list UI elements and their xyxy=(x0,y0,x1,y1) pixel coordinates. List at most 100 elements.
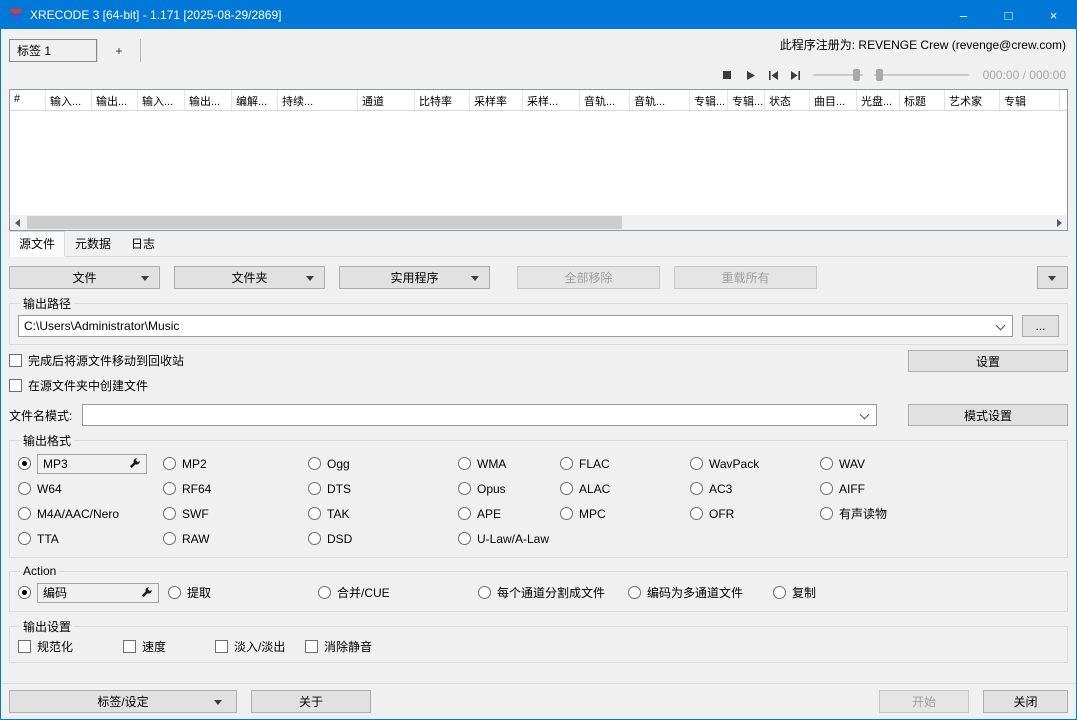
create-in-source-checkbox[interactable]: 在源文件夹中创建文件 xyxy=(9,377,184,394)
play-icon[interactable] xyxy=(744,69,756,81)
format-option[interactable]: DTS xyxy=(308,477,458,500)
column-header[interactable]: 专辑... xyxy=(690,90,728,110)
add-tab-button[interactable]: + xyxy=(97,39,141,62)
wrench-icon[interactable] xyxy=(128,457,141,470)
format-option[interactable]: MP2 xyxy=(163,452,308,475)
format-option[interactable]: MPC xyxy=(560,502,690,525)
remove-silence-checkbox[interactable]: 消除静音 xyxy=(305,638,372,655)
column-header[interactable]: 编解... xyxy=(232,90,278,110)
close-button[interactable]: × xyxy=(1031,1,1076,29)
column-header[interactable]: # xyxy=(10,90,46,110)
tab-source-files[interactable]: 源文件 xyxy=(9,231,65,257)
column-header[interactable]: 比特率 xyxy=(415,90,470,110)
column-header[interactable]: 状态 xyxy=(765,90,810,110)
column-header[interactable]: 输出... xyxy=(185,90,232,110)
next-track-icon[interactable] xyxy=(790,69,802,81)
format-option[interactable]: SWF xyxy=(163,502,308,525)
column-header[interactable]: 专辑 xyxy=(1000,90,1060,110)
format-option[interactable]: DSD xyxy=(308,527,458,550)
filename-pattern-combobox[interactable] xyxy=(82,404,877,426)
action-option[interactable]: 合并/CUE xyxy=(318,581,478,604)
column-header[interactable]: 采样率 xyxy=(470,90,523,110)
format-option[interactable]: Opus xyxy=(458,477,560,500)
close-app-button[interactable]: 关闭 xyxy=(983,690,1068,713)
move-to-recycle-checkbox[interactable]: 完成后将源文件移动到回收站 xyxy=(9,352,184,369)
scroll-left-icon[interactable] xyxy=(10,215,25,230)
format-option[interactable]: WAV xyxy=(820,452,1059,475)
column-header[interactable]: 艺术家 xyxy=(945,90,1000,110)
normalize-checkbox[interactable]: 规范化 xyxy=(18,638,123,655)
column-header[interactable]: 光盘... xyxy=(857,90,900,110)
format-label: ALAC xyxy=(579,482,610,496)
column-header[interactable]: 输入... xyxy=(46,90,92,110)
dropdown-arrow-icon xyxy=(214,700,222,705)
format-option[interactable]: 有声读物 xyxy=(820,502,1059,525)
format-option[interactable]: WMA xyxy=(458,452,560,475)
column-header[interactable]: 输入... xyxy=(138,90,185,110)
toolbar-more-button[interactable] xyxy=(1037,266,1068,289)
previous-track-icon[interactable] xyxy=(767,69,779,81)
table-body-empty[interactable] xyxy=(10,111,1067,215)
folder-menu-button[interactable]: 文件夹 xyxy=(174,266,325,289)
tab-log[interactable]: 日志 xyxy=(121,231,165,257)
pattern-settings-button[interactable]: 模式设置 xyxy=(908,404,1068,426)
seek-slider[interactable] xyxy=(813,74,863,76)
format-option[interactable]: M4A/AAC/Nero xyxy=(18,502,163,525)
utilities-menu-label: 实用程序 xyxy=(390,269,438,286)
file-list-table: # 输入... 输出... 输入... 输出... 编解... 持续... 通道… xyxy=(9,89,1068,231)
tab-label-1[interactable]: 标签 1 xyxy=(9,39,97,62)
format-option[interactable]: Ogg xyxy=(308,452,458,475)
format-option[interactable]: TTA xyxy=(18,527,163,550)
format-option[interactable]: U-Law/A-Law xyxy=(458,527,560,550)
scroll-right-icon[interactable] xyxy=(1052,215,1067,230)
column-header[interactable]: 专辑... xyxy=(728,90,765,110)
normalize-label: 规范化 xyxy=(37,638,73,655)
browse-button[interactable]: ... xyxy=(1022,315,1059,337)
format-option[interactable]: TAK xyxy=(308,502,458,525)
column-header[interactable]: 曲目... xyxy=(810,90,857,110)
format-option[interactable]: FLAC xyxy=(560,452,690,475)
start-button: 开始 xyxy=(879,690,969,713)
format-option[interactable]: APE xyxy=(458,502,560,525)
format-option[interactable]: AC3 xyxy=(690,477,820,500)
speed-checkbox[interactable]: 速度 xyxy=(123,638,215,655)
horizontal-scrollbar[interactable] xyxy=(10,215,1067,230)
tab-metadata[interactable]: 元数据 xyxy=(65,231,121,257)
action-option-encode[interactable]: 编码 xyxy=(18,581,168,604)
format-option[interactable]: W64 xyxy=(18,477,163,500)
tags-presets-button[interactable]: 标签/设定 xyxy=(9,690,237,713)
output-options-row: 完成后将源文件移动到回收站 在源文件夹中创建文件 设置 xyxy=(9,350,1068,394)
format-option[interactable]: RAW xyxy=(163,527,308,550)
column-header[interactable]: 通道 xyxy=(358,90,415,110)
format-option[interactable]: WavPack xyxy=(690,452,820,475)
column-header[interactable]: 音轨... xyxy=(630,90,690,110)
action-option[interactable]: 每个通道分割成文件 xyxy=(478,581,628,604)
format-label: U-Law/A-Law xyxy=(477,532,549,546)
move-to-recycle-label: 完成后将源文件移动到回收站 xyxy=(28,352,184,369)
fade-checkbox[interactable]: 淡入/淡出 xyxy=(215,638,305,655)
column-header[interactable]: 标题 xyxy=(900,90,945,110)
minimize-button[interactable]: – xyxy=(941,1,986,29)
action-option[interactable]: 编码为多通道文件 xyxy=(628,581,773,604)
action-option[interactable]: 复制 xyxy=(773,581,816,604)
output-path-combobox[interactable]: C:\Users\Administrator\Music xyxy=(18,315,1013,337)
column-header[interactable]: 持续... xyxy=(278,90,358,110)
format-option[interactable]: AIFF xyxy=(820,477,1059,500)
utilities-menu-button[interactable]: 实用程序 xyxy=(339,266,490,289)
stop-icon[interactable] xyxy=(721,69,733,81)
wrench-icon[interactable] xyxy=(140,586,153,599)
format-option-mp3[interactable]: MP3 xyxy=(18,452,163,475)
column-header[interactable]: 采样... xyxy=(523,90,580,110)
volume-slider[interactable] xyxy=(874,74,969,76)
format-option[interactable]: ALAC xyxy=(560,477,690,500)
maximize-button[interactable]: □ xyxy=(986,1,1031,29)
action-option[interactable]: 提取 xyxy=(168,581,318,604)
settings-button[interactable]: 设置 xyxy=(908,350,1068,372)
column-header[interactable]: 音轨... xyxy=(580,90,630,110)
format-option[interactable]: RF64 xyxy=(163,477,308,500)
format-option[interactable]: OFR xyxy=(690,502,820,525)
scrollbar-thumb[interactable] xyxy=(27,216,622,229)
about-button[interactable]: 关于 xyxy=(251,690,371,713)
column-header[interactable]: 输出... xyxy=(92,90,138,110)
file-menu-button[interactable]: 文件 xyxy=(9,266,160,289)
